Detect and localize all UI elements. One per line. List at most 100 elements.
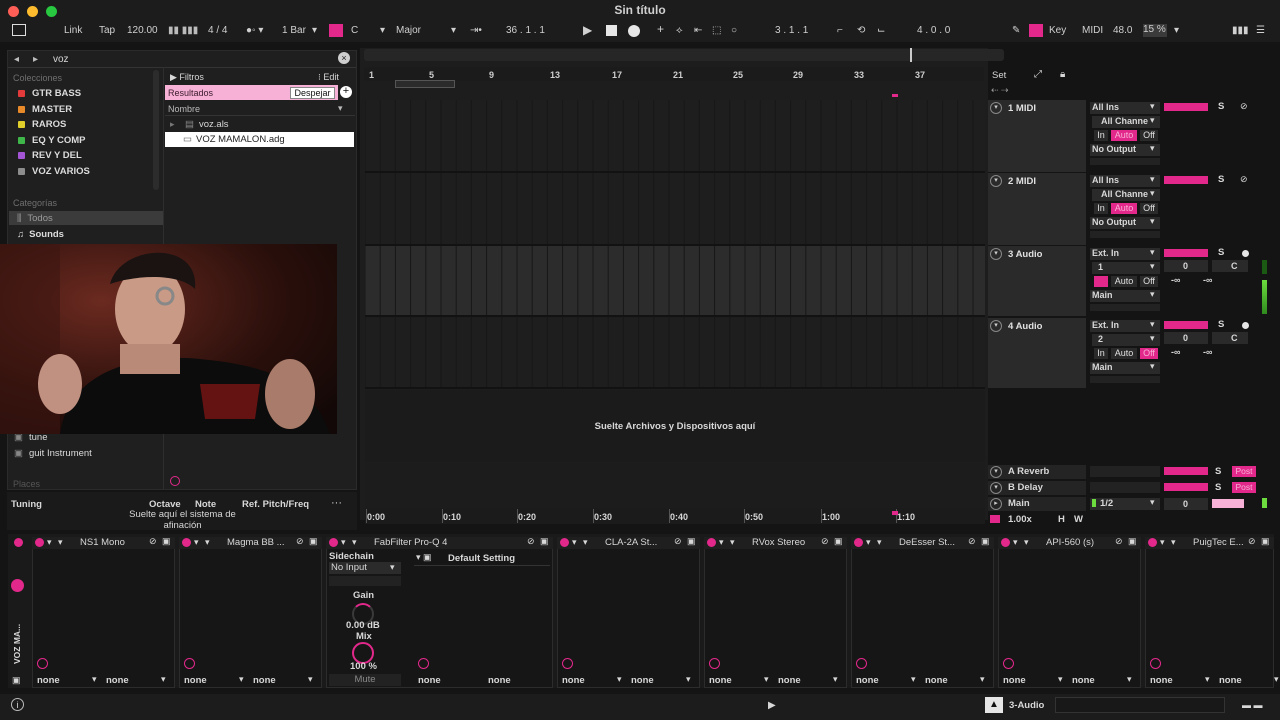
track-activator-button[interactable] xyxy=(1164,321,1208,329)
quantize-menu[interactable]: 1 Bar xyxy=(282,25,306,36)
punch-out-icon[interactable]: ⌙ xyxy=(877,25,885,36)
device-input-menu[interactable]: none xyxy=(37,675,60,686)
monitor-off-button[interactable]: Off xyxy=(1140,276,1158,287)
device-sidechain-icon[interactable] xyxy=(37,658,48,669)
device-output-chevron-icon[interactable]: ▾ xyxy=(686,674,691,685)
return-fold-icon[interactable]: ▸ xyxy=(990,498,1002,510)
key-map-icon[interactable] xyxy=(1029,24,1043,37)
channel-chevron-icon[interactable]: ▾ xyxy=(1150,115,1155,126)
device-output-chevron-icon[interactable]: ▾ xyxy=(161,674,166,685)
device-name[interactable]: CLA-2A St... xyxy=(605,537,657,548)
track-name[interactable]: 2 MIDI xyxy=(1008,176,1036,187)
monitor-off-icon[interactable]: ⊘ xyxy=(1240,101,1248,112)
monitor-auto-button[interactable]: Auto xyxy=(1111,348,1137,359)
device-edit-icon[interactable]: ⊘ xyxy=(674,536,682,547)
monitor-auto-button[interactable]: Auto xyxy=(1111,203,1137,214)
device-input-menu[interactable]: none xyxy=(184,675,207,686)
loop-start[interactable]: 3 . 1 . 1 xyxy=(775,25,808,36)
file-row-voz-als[interactable]: ▤ voz.als xyxy=(185,119,229,130)
device-input-menu[interactable]: none xyxy=(1150,675,1173,686)
device-name[interactable]: PuigTec E... xyxy=(1193,537,1244,548)
layout-icon[interactable] xyxy=(12,24,26,36)
main-cue-chevron-icon[interactable]: ▾ xyxy=(1150,497,1155,508)
sidebar-item-collection[interactable]: GTR BASS xyxy=(18,88,81,99)
return-solo-button[interactable]: S xyxy=(1215,466,1221,477)
overdub-icon[interactable]: + xyxy=(657,22,664,36)
scale-mode-icon[interactable] xyxy=(329,24,343,37)
device-power-icon[interactable] xyxy=(182,538,191,547)
solo-button[interactable]: S xyxy=(1218,247,1224,258)
track-name[interactable]: 4 Audio xyxy=(1008,321,1042,332)
monitor-in-button[interactable]: In xyxy=(1094,348,1108,359)
device-edit-icon[interactable]: ⊘ xyxy=(821,536,829,547)
scale-chevron-icon[interactable]: ▾ xyxy=(451,25,456,36)
sidebar-item-sounds[interactable]: ♫ Sounds xyxy=(17,229,64,240)
return-fold-icon[interactable]: ▾ xyxy=(990,466,1002,478)
solo-button[interactable]: S xyxy=(1218,319,1224,330)
sort-chevron-icon[interactable]: ▾ xyxy=(338,103,343,114)
cpu-chevron-icon[interactable]: ▾ xyxy=(1174,25,1179,36)
monitor-off-button[interactable]: Off xyxy=(1140,130,1158,141)
device-window-icon[interactable]: ▣ xyxy=(1261,536,1270,547)
input-chevron-icon[interactable]: ▾ xyxy=(1150,319,1155,330)
preset-menu-icon[interactable]: ▾ ▣ xyxy=(416,552,432,563)
device-chevron-icon[interactable]: ▾ xyxy=(866,537,871,548)
link-button[interactable]: Link xyxy=(64,25,82,36)
device-window-icon[interactable]: ▣ xyxy=(540,536,549,547)
device-edit-icon[interactable]: ⊘ xyxy=(1115,536,1123,547)
track-activator-button[interactable] xyxy=(1164,103,1208,111)
sidebar-scrollbar[interactable] xyxy=(153,70,159,190)
device-output-menu[interactable]: none xyxy=(1072,675,1095,686)
device-edit-icon[interactable]: ⊘ xyxy=(149,536,157,547)
device-window-icon[interactable]: ▣ xyxy=(1128,536,1137,547)
device-chevron-icon[interactable]: ▾ xyxy=(194,537,199,548)
return-header[interactable] xyxy=(988,497,1086,511)
track-name[interactable]: 1 MIDI xyxy=(1008,103,1036,114)
device-name[interactable]: Magma BB ... xyxy=(227,537,285,548)
device-sidechain-icon[interactable] xyxy=(562,658,573,669)
monitor-in-button[interactable]: In xyxy=(1094,203,1108,214)
device-edit-icon[interactable]: ⊘ xyxy=(968,536,976,547)
device-window-icon[interactable]: ▣ xyxy=(162,536,171,547)
back-to-arrangement-icon[interactable]: ⇤ xyxy=(694,25,702,36)
loop-brace[interactable] xyxy=(395,80,455,88)
device-edit-icon[interactable]: ⊘ xyxy=(1248,536,1256,547)
device-name[interactable]: NS1 Mono xyxy=(80,537,125,548)
device-output-menu[interactable]: none xyxy=(488,675,511,686)
track-fold-icon[interactable]: ▾ xyxy=(990,320,1002,332)
device-input-menu[interactable]: none xyxy=(709,675,732,686)
device-output-menu[interactable]: none xyxy=(778,675,801,686)
monitor-auto-button[interactable]: Auto xyxy=(1111,130,1137,141)
device-chevron-icon[interactable]: ▾ xyxy=(719,537,724,548)
device-edit-icon[interactable]: ⊘ xyxy=(296,536,304,547)
monitor-off-button[interactable]: Off xyxy=(1140,203,1158,214)
device-input-menu[interactable]: none xyxy=(856,675,879,686)
view-toggle-icon[interactable]: ▬ ▬ xyxy=(1242,700,1263,710)
sidebar-item-collection[interactable]: EQ Y COMP xyxy=(18,135,86,146)
channel-chevron-icon[interactable]: ▾ xyxy=(1150,333,1155,344)
return-activator-button[interactable] xyxy=(1164,467,1208,475)
device-window-icon[interactable]: ▣ xyxy=(834,536,843,547)
add-filter-icon[interactable]: + xyxy=(340,86,352,98)
device-window-icon[interactable]: ▣ xyxy=(981,536,990,547)
output-channel-field[interactable] xyxy=(1090,158,1160,165)
arm-record-button[interactable] xyxy=(1242,322,1249,329)
status-play-icon[interactable]: ▶ xyxy=(768,700,776,711)
device-edit-icon[interactable]: ⊘ xyxy=(527,536,535,547)
device-sidechain-icon[interactable] xyxy=(184,658,195,669)
midi-map-button[interactable]: MIDI xyxy=(1082,25,1103,36)
key-root-chevron-icon[interactable]: ▾ xyxy=(380,25,385,36)
device-power-icon[interactable] xyxy=(1148,538,1157,547)
device-save-icon[interactable]: ▾ xyxy=(205,537,210,548)
device-power-icon[interactable] xyxy=(329,538,338,547)
menu-icon[interactable]: ☰ xyxy=(1256,25,1265,36)
track-name[interactable]: 3 Audio xyxy=(1008,249,1042,260)
device-input-chevron-icon[interactable]: ▾ xyxy=(911,674,916,685)
lock-icon[interactable]: 🔒︎ xyxy=(1060,69,1065,80)
output-channel-field[interactable] xyxy=(1090,231,1160,238)
device-window-icon[interactable]: ▣ xyxy=(687,536,696,547)
preset-name[interactable]: Default Setting xyxy=(448,553,515,564)
sidechain-chevron-icon[interactable]: ▾ xyxy=(390,562,395,573)
view-bars-icon[interactable]: ▮▮▮ xyxy=(1232,25,1249,36)
device-input-menu[interactable]: none xyxy=(418,675,441,686)
